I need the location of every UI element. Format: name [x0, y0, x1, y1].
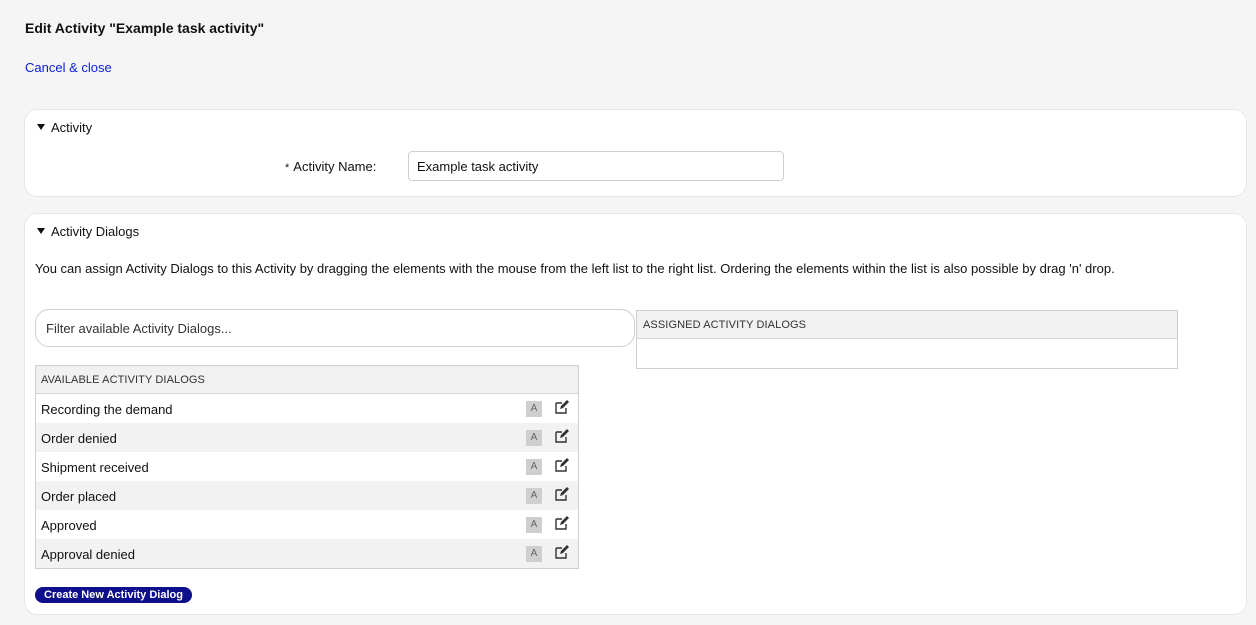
assign-badge-button[interactable]: A — [526, 430, 542, 446]
collapse-triangle-icon — [37, 124, 45, 130]
edit-icon[interactable] — [553, 487, 569, 503]
list-item-label: Recording the demand — [41, 402, 173, 417]
edit-icon[interactable] — [553, 516, 569, 532]
list-item-label: Approval denied — [41, 547, 135, 562]
edit-icon[interactable] — [553, 545, 569, 561]
available-dialogs-list[interactable]: AVAILABLE ACTIVITY DIALOGS Recording the… — [35, 365, 579, 569]
page-title: Edit Activity "Example task activity" — [25, 20, 265, 36]
assign-badge-button[interactable]: A — [526, 459, 542, 475]
assign-badge-button[interactable]: A — [526, 517, 542, 533]
assigned-dialogs-header: ASSIGNED ACTIVITY DIALOGS — [637, 311, 1177, 339]
help-text: You can assign Activity Dialogs to this … — [35, 261, 1115, 276]
cancel-close-link[interactable]: Cancel & close — [25, 60, 112, 75]
activity-dialogs-panel-title: Activity Dialogs — [51, 224, 140, 239]
list-item[interactable]: Recording the demand A — [36, 394, 578, 423]
list-item[interactable]: Approval denied A — [36, 539, 578, 568]
list-item-label: Shipment received — [41, 460, 149, 475]
activity-panel-title: Activity — [51, 120, 93, 135]
list-item-label: Approved — [41, 518, 97, 533]
activity-panel-toggle[interactable]: Activity — [37, 120, 92, 135]
edit-icon[interactable] — [553, 400, 569, 416]
filter-dialogs-input[interactable] — [35, 309, 635, 347]
list-item-label: Order placed — [41, 489, 117, 504]
edit-icon[interactable] — [553, 429, 569, 445]
activity-name-label: * Activity Name: — [285, 159, 376, 174]
list-item[interactable]: Order placed A — [36, 481, 578, 510]
list-item-label: Order denied — [41, 431, 117, 446]
list-item[interactable]: Shipment received A — [36, 452, 578, 481]
available-dialogs-header: AVAILABLE ACTIVITY DIALOGS — [36, 366, 578, 394]
assign-badge-button[interactable]: A — [526, 546, 542, 562]
assign-badge-button[interactable]: A — [526, 488, 542, 504]
activity-dialogs-panel: Activity Dialogs You can assign Activity… — [25, 214, 1246, 614]
activity-name-input[interactable] — [408, 151, 784, 181]
assign-badge-button[interactable]: A — [526, 401, 542, 417]
list-item[interactable]: Approved A — [36, 510, 578, 539]
activity-name-label-text: Activity Name: — [293, 159, 377, 174]
activity-panel: Activity * Activity Name: — [25, 110, 1246, 196]
list-item[interactable]: Order denied A — [36, 423, 578, 452]
activity-dialogs-panel-toggle[interactable]: Activity Dialogs — [37, 224, 139, 239]
create-new-activity-dialog-button[interactable]: Create New Activity Dialog — [35, 587, 192, 603]
required-marker: * — [285, 162, 290, 174]
assigned-dialogs-list[interactable]: ASSIGNED ACTIVITY DIALOGS — [636, 310, 1178, 369]
edit-icon[interactable] — [553, 458, 569, 474]
collapse-triangle-icon — [37, 228, 45, 234]
